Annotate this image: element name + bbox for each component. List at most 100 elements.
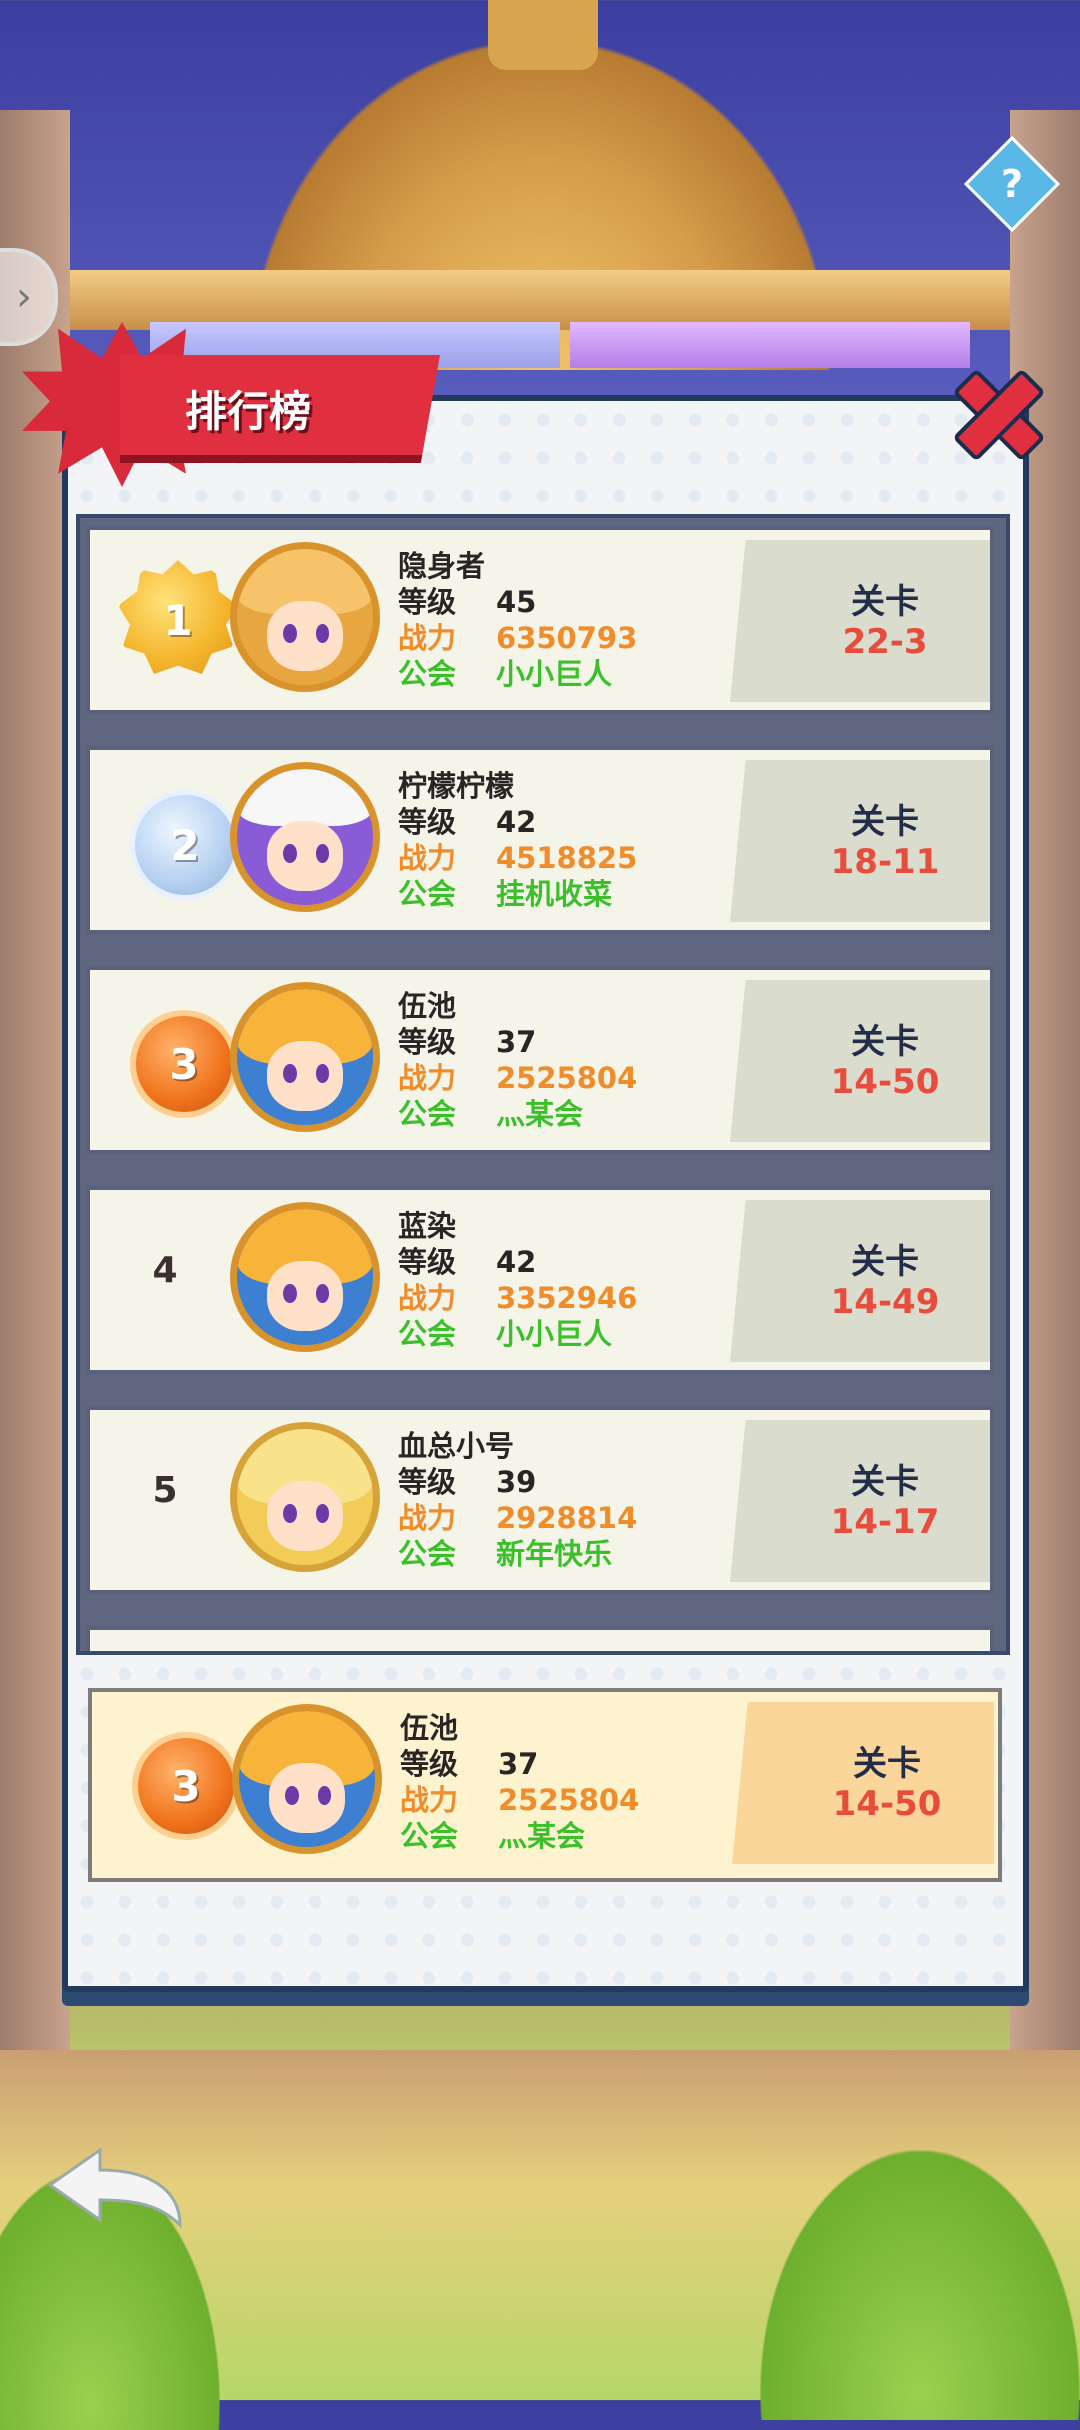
stage-label: 关卡 <box>853 1744 921 1784</box>
guild-label: 公会 <box>398 1317 457 1351</box>
avatar-face <box>268 1762 346 1834</box>
avatar-hair <box>237 769 373 827</box>
level-value: 39 <box>496 1465 537 1499</box>
rank-badge: 3 <box>130 1010 238 1118</box>
level-value: 37 <box>496 1025 537 1059</box>
power-label: 战力 <box>398 1501 457 1535</box>
guild-label: 公会 <box>398 1537 457 1571</box>
avatar-eye <box>285 1785 299 1805</box>
rank-number: 3 <box>169 1039 199 1089</box>
grass-decoration <box>760 2150 1080 2420</box>
guild-label: 公会 <box>400 1819 459 1853</box>
level-label: 等级 <box>400 1747 459 1781</box>
ranking-row-partial[interactable] <box>86 1626 994 1651</box>
stage-label: 关卡 <box>851 582 919 622</box>
avatar-face <box>266 600 344 672</box>
player-avatar[interactable] <box>232 1704 382 1854</box>
level-label: 等级 <box>398 805 457 839</box>
stage-value: 14-49 <box>830 1282 940 1322</box>
avatar-eye <box>283 1503 297 1523</box>
player-name: 蓝染 <box>398 1209 457 1243</box>
stage-value: 18-11 <box>830 842 940 882</box>
avatar-eye <box>283 1283 297 1303</box>
ranking-list[interactable]: 1 隐身者 等级 45 战力 6350793 公会 小小巨人 关卡 22-3 2 柠檬柠檬 等级 42 战力… <box>76 514 1010 1655</box>
level-value: 45 <box>496 585 537 619</box>
avatar-face <box>266 1480 344 1552</box>
avatar-eye <box>283 1063 297 1083</box>
player-name: 伍池 <box>398 989 457 1023</box>
level-label: 等级 <box>398 1465 457 1499</box>
power-value: 6350793 <box>496 621 638 655</box>
power-label: 战力 <box>398 1281 457 1315</box>
guild-value: 新年快乐 <box>496 1537 613 1571</box>
guild-value: 小小巨人 <box>496 657 613 691</box>
my-rank-row: 3 伍池 等级 37 战力 2525804 公会 灬某会 关卡 14-50 <box>88 1688 1002 1882</box>
avatar-face <box>266 1040 344 1112</box>
level-value: 42 <box>496 805 537 839</box>
power-label: 战力 <box>398 841 457 875</box>
avatar-eye <box>283 623 297 643</box>
stage-label: 关卡 <box>851 802 919 842</box>
avatar-face <box>266 1260 344 1332</box>
avatar-face <box>266 820 344 892</box>
level-label: 等级 <box>398 1025 457 1059</box>
ranking-row[interactable]: 2 柠檬柠檬 等级 42 战力 4518825 公会 挂机收菜 关卡 18-11 <box>86 746 994 934</box>
player-name: 隐身者 <box>398 549 486 583</box>
ranking-row[interactable]: 5 血总小号 等级 39 战力 2928814 公会 新年快乐 关卡 14-17 <box>86 1406 994 1594</box>
ranking-row[interactable]: 3 伍池 等级 37 战力 2525804 公会 灬某会 关卡 14-50 <box>86 966 994 1154</box>
level-value: 42 <box>496 1245 537 1279</box>
stage-value: 14-17 <box>830 1502 940 1542</box>
player-name: 伍池 <box>400 1711 459 1745</box>
ranking-row[interactable]: 1 隐身者 等级 45 战力 6350793 公会 小小巨人 关卡 22-3 <box>86 526 994 714</box>
player-avatar[interactable] <box>230 1422 380 1572</box>
player-info: 伍池 等级 37 战力 2525804 公会 灬某会 <box>400 1710 639 1854</box>
level-label: 等级 <box>398 585 457 619</box>
stage-label: 关卡 <box>851 1462 919 1502</box>
power-label: 战力 <box>398 1061 457 1095</box>
stage-value: 14-50 <box>832 1784 942 1824</box>
background-spire <box>488 0 598 70</box>
player-avatar[interactable] <box>230 542 380 692</box>
guild-label: 公会 <box>398 877 457 911</box>
level-label: 等级 <box>398 1245 457 1279</box>
player-avatar[interactable] <box>230 1202 380 1352</box>
power-value: 2928814 <box>496 1501 638 1535</box>
player-avatar[interactable] <box>230 982 380 1132</box>
guild-label: 公会 <box>398 1097 457 1131</box>
guild-value: 灬某会 <box>498 1819 586 1853</box>
power-value: 2525804 <box>496 1061 638 1095</box>
power-value: 4518825 <box>496 841 638 875</box>
player-info: 蓝染 等级 42 战力 3352946 公会 小小巨人 <box>398 1208 637 1352</box>
back-arrow-icon[interactable] <box>40 2140 190 2230</box>
ranking-row[interactable]: 4 蓝染 等级 42 战力 3352946 公会 小小巨人 关卡 14-49 <box>86 1186 994 1374</box>
rank-badge: 3 <box>132 1732 240 1840</box>
stage-label: 关卡 <box>851 1242 919 1282</box>
guild-value: 小小巨人 <box>496 1317 613 1351</box>
player-avatar[interactable] <box>230 762 380 912</box>
rank-number: 3 <box>171 1761 201 1811</box>
rank-number: 1 <box>163 595 193 645</box>
player-info: 隐身者 等级 45 战力 6350793 公会 小小巨人 <box>398 548 637 692</box>
rank-number: 4 <box>152 1250 178 1291</box>
player-info: 伍池 等级 37 战力 2525804 公会 灬某会 <box>398 988 637 1132</box>
rank-badge: 1 <box>118 560 238 674</box>
power-label: 战力 <box>398 621 457 655</box>
rank-badge: 2 <box>130 790 240 900</box>
background-arch <box>0 270 1080 330</box>
stage-value: 22-3 <box>842 622 928 662</box>
power-value: 2525804 <box>498 1783 640 1817</box>
stage-value: 14-50 <box>830 1062 940 1102</box>
guild-label: 公会 <box>398 657 457 691</box>
rank-number: 5 <box>152 1470 178 1511</box>
player-name: 血总小号 <box>398 1429 515 1463</box>
power-label: 战力 <box>400 1783 459 1817</box>
power-value: 3352946 <box>496 1281 638 1315</box>
close-button[interactable] <box>940 356 1050 466</box>
level-value: 37 <box>498 1747 539 1781</box>
player-info: 柠檬柠檬 等级 42 战力 4518825 公会 挂机收菜 <box>398 768 637 912</box>
rank-number: 2 <box>170 820 200 870</box>
avatar-eye <box>283 843 297 863</box>
player-name: 柠檬柠檬 <box>398 769 515 803</box>
page-title: 排行榜 <box>185 387 312 436</box>
player-info: 血总小号 等级 39 战力 2928814 公会 新年快乐 <box>398 1428 637 1572</box>
